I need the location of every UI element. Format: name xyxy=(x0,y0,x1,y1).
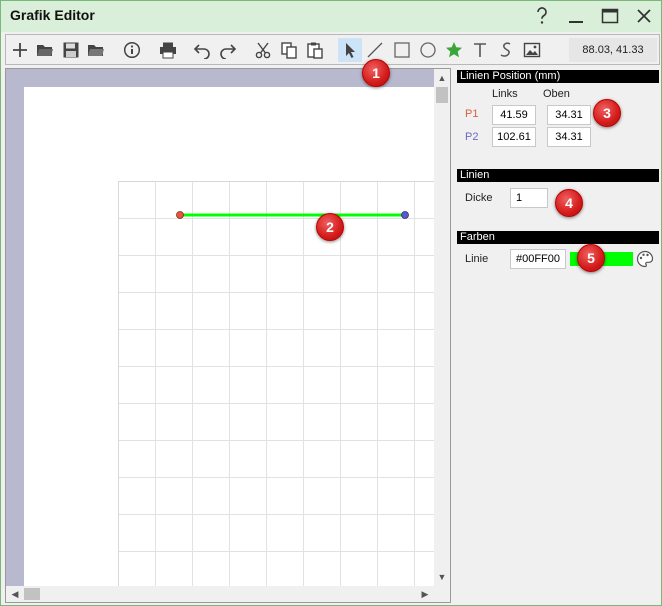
callout-marker-1: 1 xyxy=(362,59,390,87)
line-color-field[interactable]: #00FF00 xyxy=(510,249,566,269)
scroll-corner xyxy=(434,586,450,602)
save-icon xyxy=(63,42,79,58)
drawing-page[interactable] xyxy=(24,87,435,586)
maximize-button[interactable] xyxy=(599,5,621,27)
p1-left-field[interactable]: 41.59 xyxy=(492,105,536,125)
title-bar: Grafik Editor xyxy=(1,1,661,32)
line-icon xyxy=(367,42,383,58)
close-button[interactable] xyxy=(633,5,655,27)
help-icon xyxy=(537,7,547,24)
line-shape-layer[interactable] xyxy=(24,87,435,586)
save-button[interactable] xyxy=(59,38,83,62)
scroll-right-icon[interactable]: ▶ xyxy=(418,587,432,601)
minimize-icon xyxy=(569,21,583,23)
callout-marker-3: 3 xyxy=(593,99,621,127)
open-folder-button[interactable] xyxy=(84,38,108,62)
open-folder-icon xyxy=(88,45,104,56)
image-icon xyxy=(523,42,541,58)
open-button[interactable] xyxy=(33,38,57,62)
info-button[interactable] xyxy=(120,38,144,62)
new-icon xyxy=(13,43,27,57)
copy-button[interactable] xyxy=(277,38,301,62)
lines-section-header: Linien xyxy=(457,169,659,182)
vertical-scroll-thumb[interactable] xyxy=(436,87,448,103)
scroll-down-icon[interactable]: ▼ xyxy=(435,570,449,584)
left-column-label: Links xyxy=(492,88,518,100)
star-icon xyxy=(446,42,462,58)
paste-icon xyxy=(307,42,323,59)
thickness-label: Dicke xyxy=(465,192,493,204)
select-tool-button[interactable] xyxy=(338,38,362,62)
palette-icon xyxy=(636,250,654,268)
select-arrow-icon xyxy=(346,43,355,58)
minimize-button[interactable] xyxy=(565,5,587,27)
top-column-label: Oben xyxy=(543,88,570,100)
image-tool-button[interactable] xyxy=(520,38,544,62)
undo-icon xyxy=(193,44,210,59)
p2-label: P2 xyxy=(465,131,479,143)
properties-panel: Linien Position (mm) Links Oben P1 41.59… xyxy=(457,68,659,603)
close-icon xyxy=(637,9,651,23)
script-text-tool-button[interactable] xyxy=(494,38,518,62)
maximize-icon xyxy=(601,8,619,24)
horizontal-scroll-thumb[interactable] xyxy=(24,588,40,600)
drawing-canvas-area[interactable]: ▲ ▼ ◀ ▶ xyxy=(5,68,451,603)
p2-top-field[interactable]: 34.31 xyxy=(547,127,591,147)
open-icon xyxy=(37,45,53,56)
info-icon xyxy=(123,41,141,59)
window-title: Grafik Editor xyxy=(10,7,95,23)
redo-button[interactable] xyxy=(216,38,240,62)
grafik-editor-window: Grafik Editor 88.03, 41.33 ▲ ▼ ◀ ▶ Linie… xyxy=(0,0,662,606)
p2-left-field[interactable]: 102.61 xyxy=(492,127,536,147)
new-button[interactable] xyxy=(8,38,32,62)
cut-icon xyxy=(255,42,271,59)
star-tool-button[interactable] xyxy=(442,38,466,62)
p1-top-field[interactable]: 34.31 xyxy=(547,105,591,125)
paste-button[interactable] xyxy=(303,38,327,62)
circle-tool-button[interactable] xyxy=(416,38,440,62)
toolbar: 88.03, 41.33 xyxy=(5,34,660,65)
rectangle-icon xyxy=(394,42,410,58)
scroll-left-icon[interactable]: ◀ xyxy=(8,587,22,601)
callout-marker-4: 4 xyxy=(555,189,583,217)
horizontal-scrollbar[interactable]: ◀ ▶ xyxy=(6,586,434,602)
copy-icon xyxy=(281,42,297,59)
p1-handle[interactable] xyxy=(176,211,184,219)
cut-button[interactable] xyxy=(251,38,275,62)
vertical-scrollbar[interactable]: ▲ ▼ xyxy=(434,69,450,586)
line-color-label: Linie xyxy=(465,253,489,265)
callout-marker-5: 5 xyxy=(577,244,605,272)
redo-icon xyxy=(220,44,237,59)
thickness-field[interactable]: 1 xyxy=(510,188,548,208)
circle-icon xyxy=(420,42,436,58)
cursor-coordinates: 88.03, 41.33 xyxy=(569,38,657,62)
rectangle-tool-button[interactable] xyxy=(390,38,414,62)
scroll-up-icon[interactable]: ▲ xyxy=(435,71,449,85)
print-button[interactable] xyxy=(156,38,180,62)
script-text-icon xyxy=(500,42,511,57)
position-section-header: Linien Position (mm) xyxy=(457,70,659,83)
p2-handle[interactable] xyxy=(401,211,409,219)
colors-section-header: Farben xyxy=(457,231,659,244)
text-tool-button[interactable] xyxy=(468,38,492,62)
help-button[interactable] xyxy=(531,5,553,27)
print-icon xyxy=(160,42,176,59)
color-picker-button[interactable] xyxy=(636,250,654,268)
undo-button[interactable] xyxy=(190,38,214,62)
text-icon xyxy=(474,43,486,57)
p1-label: P1 xyxy=(465,108,479,120)
callout-marker-2: 2 xyxy=(316,213,344,241)
